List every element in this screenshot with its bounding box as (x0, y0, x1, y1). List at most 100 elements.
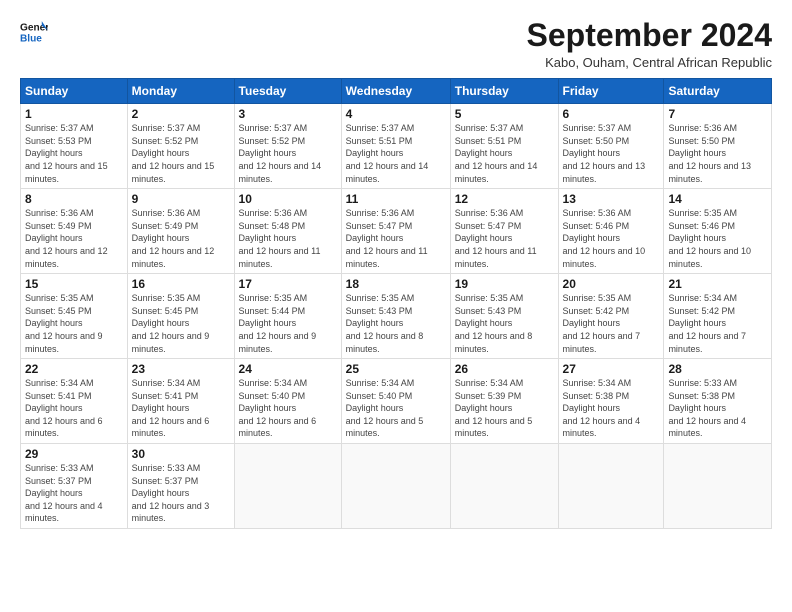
day-info: Sunrise: 5:36 AMSunset: 5:47 PMDaylight … (455, 208, 537, 268)
day-info: Sunrise: 5:35 AMSunset: 5:43 PMDaylight … (455, 293, 533, 353)
calendar-cell: 10 Sunrise: 5:36 AMSunset: 5:48 PMDayligh… (234, 189, 341, 274)
day-number: 13 (563, 192, 660, 206)
col-friday: Friday (558, 79, 664, 104)
week-row-5: 29 Sunrise: 5:33 AMSunset: 5:37 PMDayligh… (21, 444, 772, 529)
day-info: Sunrise: 5:36 AMSunset: 5:46 PMDaylight … (563, 208, 646, 268)
day-number: 11 (346, 192, 446, 206)
calendar-cell: 29 Sunrise: 5:33 AMSunset: 5:37 PMDayligh… (21, 444, 128, 529)
day-info: Sunrise: 5:37 AMSunset: 5:51 PMDaylight … (346, 123, 429, 183)
day-number: 7 (668, 107, 767, 121)
day-info: Sunrise: 5:37 AMSunset: 5:50 PMDaylight … (563, 123, 646, 183)
calendar-cell: 1 Sunrise: 5:37 AMSunset: 5:53 PMDaylight… (21, 104, 128, 189)
day-number: 15 (25, 277, 123, 291)
day-info: Sunrise: 5:37 AMSunset: 5:52 PMDaylight … (132, 123, 215, 183)
calendar-cell (341, 444, 450, 529)
calendar-cell: 24 Sunrise: 5:34 AMSunset: 5:40 PMDayligh… (234, 359, 341, 444)
day-info: Sunrise: 5:34 AMSunset: 5:40 PMDaylight … (239, 378, 317, 438)
calendar-cell: 11 Sunrise: 5:36 AMSunset: 5:47 PMDayligh… (341, 189, 450, 274)
svg-text:General: General (20, 22, 48, 33)
calendar-table: Sunday Monday Tuesday Wednesday Thursday… (20, 78, 772, 529)
calendar-cell: 17 Sunrise: 5:35 AMSunset: 5:44 PMDayligh… (234, 274, 341, 359)
col-tuesday: Tuesday (234, 79, 341, 104)
calendar-cell: 28Sunrise: 5:33 AMSunset: 5:38 PMDayligh… (664, 359, 772, 444)
calendar-cell: 19 Sunrise: 5:35 AMSunset: 5:43 PMDayligh… (450, 274, 558, 359)
day-info: Sunrise: 5:36 AMSunset: 5:50 PMDaylight … (668, 123, 751, 183)
calendar-cell (450, 444, 558, 529)
calendar-cell: 12Sunrise: 5:36 AMSunset: 5:47 PMDayligh… (450, 189, 558, 274)
calendar-cell: 20Sunrise: 5:35 AMSunset: 5:42 PMDayligh… (558, 274, 664, 359)
col-monday: Monday (127, 79, 234, 104)
day-number: 17 (239, 277, 337, 291)
svg-text:Blue: Blue (20, 33, 42, 44)
day-number: 30 (132, 447, 230, 461)
calendar-cell: 21Sunrise: 5:34 AMSunset: 5:42 PMDayligh… (664, 274, 772, 359)
calendar-cell: 15 Sunrise: 5:35 AMSunset: 5:45 PMDayligh… (21, 274, 128, 359)
day-number: 6 (563, 107, 660, 121)
day-info: Sunrise: 5:37 AMSunset: 5:53 PMDaylight … (25, 123, 108, 183)
page: General Blue September 2024 Kabo, Ouham,… (0, 0, 792, 612)
calendar-cell: 3 Sunrise: 5:37 AMSunset: 5:52 PMDaylight… (234, 104, 341, 189)
week-row-2: 8 Sunrise: 5:36 AMSunset: 5:49 PMDaylight… (21, 189, 772, 274)
calendar-cell: 13 Sunrise: 5:36 AMSunset: 5:46 PMDayligh… (558, 189, 664, 274)
calendar-cell: 27Sunrise: 5:34 AMSunset: 5:38 PMDayligh… (558, 359, 664, 444)
day-info: Sunrise: 5:34 AMSunset: 5:40 PMDaylight … (346, 378, 424, 438)
day-number: 29 (25, 447, 123, 461)
day-number: 21 (668, 277, 767, 291)
logo-icon: General Blue (20, 18, 48, 46)
col-sunday: Sunday (21, 79, 128, 104)
day-number: 14 (668, 192, 767, 206)
calendar-cell (664, 444, 772, 529)
day-info: Sunrise: 5:35 AMSunset: 5:45 PMDaylight … (25, 293, 103, 353)
header: General Blue September 2024 Kabo, Ouham,… (20, 18, 772, 70)
day-number: 8 (25, 192, 123, 206)
day-number: 20 (563, 277, 660, 291)
col-wednesday: Wednesday (341, 79, 450, 104)
calendar-cell (234, 444, 341, 529)
calendar-cell: 18 Sunrise: 5:35 AMSunset: 5:43 PMDayligh… (341, 274, 450, 359)
day-info: Sunrise: 5:36 AMSunset: 5:47 PMDaylight … (346, 208, 428, 268)
week-row-3: 15 Sunrise: 5:35 AMSunset: 5:45 PMDayligh… (21, 274, 772, 359)
day-info: Sunrise: 5:34 AMSunset: 5:41 PMDaylight … (132, 378, 210, 438)
calendar-cell: 9 Sunrise: 5:36 AMSunset: 5:49 PMDaylight… (127, 189, 234, 274)
day-number: 23 (132, 362, 230, 376)
calendar-cell: 6 Sunrise: 5:37 AMSunset: 5:50 PMDaylight… (558, 104, 664, 189)
day-info: Sunrise: 5:36 AMSunset: 5:48 PMDaylight … (239, 208, 321, 268)
day-number: 1 (25, 107, 123, 121)
calendar-cell: 26Sunrise: 5:34 AMSunset: 5:39 PMDayligh… (450, 359, 558, 444)
day-number: 22 (25, 362, 123, 376)
calendar-cell (558, 444, 664, 529)
day-number: 10 (239, 192, 337, 206)
day-number: 19 (455, 277, 554, 291)
day-info: Sunrise: 5:34 AMSunset: 5:41 PMDaylight … (25, 378, 103, 438)
col-thursday: Thursday (450, 79, 558, 104)
day-info: Sunrise: 5:33 AMSunset: 5:38 PMDaylight … (668, 378, 746, 438)
calendar-cell: 16 Sunrise: 5:35 AMSunset: 5:45 PMDayligh… (127, 274, 234, 359)
day-number: 16 (132, 277, 230, 291)
day-info: Sunrise: 5:33 AMSunset: 5:37 PMDaylight … (25, 463, 103, 523)
day-number: 25 (346, 362, 446, 376)
day-number: 27 (563, 362, 660, 376)
week-row-1: 1 Sunrise: 5:37 AMSunset: 5:53 PMDaylight… (21, 104, 772, 189)
day-number: 4 (346, 107, 446, 121)
col-saturday: Saturday (664, 79, 772, 104)
day-info: Sunrise: 5:36 AMSunset: 5:49 PMDaylight … (132, 208, 215, 268)
calendar-cell: 5Sunrise: 5:37 AMSunset: 5:51 PMDaylight… (450, 104, 558, 189)
day-info: Sunrise: 5:37 AMSunset: 5:52 PMDaylight … (239, 123, 322, 183)
day-number: 24 (239, 362, 337, 376)
main-title: September 2024 (527, 18, 772, 53)
day-info: Sunrise: 5:35 AMSunset: 5:45 PMDaylight … (132, 293, 210, 353)
day-number: 5 (455, 107, 554, 121)
logo: General Blue (20, 18, 48, 46)
day-info: Sunrise: 5:35 AMSunset: 5:44 PMDaylight … (239, 293, 317, 353)
day-info: Sunrise: 5:35 AMSunset: 5:43 PMDaylight … (346, 293, 424, 353)
day-info: Sunrise: 5:35 AMSunset: 5:46 PMDaylight … (668, 208, 751, 268)
title-block: September 2024 Kabo, Ouham, Central Afri… (527, 18, 772, 70)
calendar-cell: 4 Sunrise: 5:37 AMSunset: 5:51 PMDaylight… (341, 104, 450, 189)
day-number: 9 (132, 192, 230, 206)
subtitle: Kabo, Ouham, Central African Republic (527, 55, 772, 70)
calendar-cell: 7 Sunrise: 5:36 AMSunset: 5:50 PMDaylight… (664, 104, 772, 189)
day-info: Sunrise: 5:34 AMSunset: 5:39 PMDaylight … (455, 378, 533, 438)
day-number: 3 (239, 107, 337, 121)
day-number: 18 (346, 277, 446, 291)
calendar-header-row: Sunday Monday Tuesday Wednesday Thursday… (21, 79, 772, 104)
